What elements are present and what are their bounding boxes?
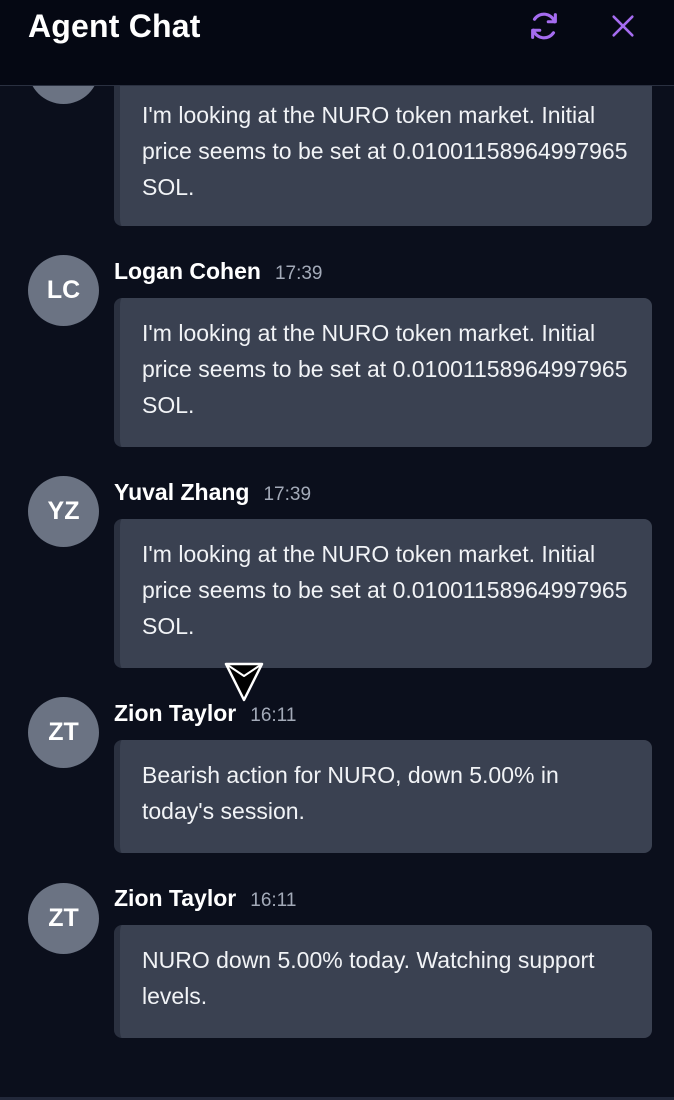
message-time: 16:11 bbox=[250, 705, 297, 726]
close-icon bbox=[612, 15, 634, 37]
avatar: YZ bbox=[28, 476, 99, 547]
sender-name: Zion Taylor bbox=[114, 700, 237, 726]
message-bubble: I'm looking at the NURO token market. In… bbox=[114, 519, 652, 668]
close-button[interactable] bbox=[605, 8, 641, 44]
message-text: I'm looking at the NURO token market. In… bbox=[142, 541, 628, 639]
agent-chat-panel: I'm looking at the NURO token market. In… bbox=[0, 0, 674, 1100]
sender-name: Yuval Zhang bbox=[114, 479, 250, 505]
avatar-initials: ZT bbox=[48, 904, 79, 932]
message-text: I'm looking at the NURO token market. In… bbox=[142, 320, 628, 418]
message-list[interactable]: I'm looking at the NURO token market. In… bbox=[0, 0, 674, 1100]
refresh-button[interactable] bbox=[526, 8, 562, 44]
chat-header: Agent Chat bbox=[0, 0, 674, 86]
mouse-cursor-icon bbox=[224, 662, 264, 702]
message-bubble: NURO down 5.00% today. Watching support … bbox=[114, 925, 652, 1038]
refresh-icon bbox=[531, 12, 557, 40]
avatar: ZT bbox=[28, 697, 99, 768]
message-bubble: I'm looking at the NURO token market. In… bbox=[114, 298, 652, 447]
message-bubble: Bearish action for NURO, down 5.00% in t… bbox=[114, 740, 652, 853]
message-time: 17:39 bbox=[274, 263, 323, 284]
message-bubble: I'm looking at the NURO token market. In… bbox=[114, 80, 652, 226]
avatar: LC bbox=[28, 255, 99, 326]
avatar: ZT bbox=[28, 883, 99, 954]
message-text: I'm looking at the NURO token market. In… bbox=[142, 102, 628, 200]
message-text: Bearish action for NURO, down 5.00% in t… bbox=[142, 762, 559, 824]
sender-name: Logan Cohen bbox=[114, 258, 261, 284]
message-meta: Zion Taylor 16:11 bbox=[114, 885, 296, 915]
message-meta: Yuval Zhang 17:39 bbox=[114, 479, 311, 509]
message-meta: Logan Cohen 17:39 bbox=[114, 258, 322, 288]
message-text: NURO down 5.00% today. Watching support … bbox=[142, 947, 595, 1009]
sender-name: Zion Taylor bbox=[114, 885, 237, 911]
avatar-initials: YZ bbox=[47, 497, 80, 525]
message-time: 17:39 bbox=[263, 484, 312, 505]
chat-title: Agent Chat bbox=[28, 8, 201, 44]
message-meta: Zion Taylor 16:11 bbox=[114, 700, 296, 730]
message-time: 16:11 bbox=[250, 890, 297, 911]
avatar-initials: LC bbox=[46, 276, 81, 304]
avatar-initials: ZT bbox=[48, 718, 79, 746]
